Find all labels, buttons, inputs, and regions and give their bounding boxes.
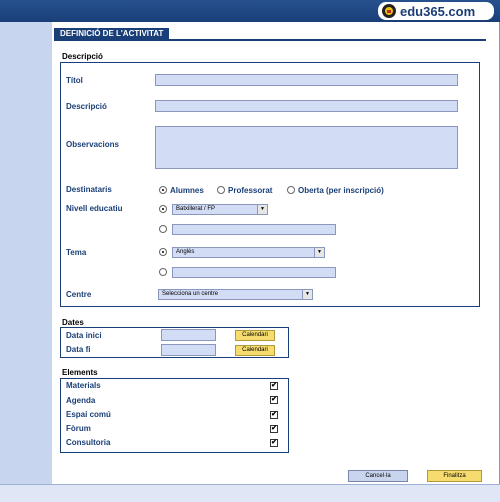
element-agenda-checkbox[interactable]: ✔ [270,396,278,404]
data-inici-input[interactable] [161,329,216,341]
nivell-educatiu-value: Batxillerat / FP [176,206,216,212]
observacions-label: Observacions [66,140,119,149]
radio-oberta-label: Oberta (per inscripció) [298,186,384,195]
radio-nivell-other[interactable] [159,225,167,233]
tema-label: Tema [66,248,87,257]
centre-select[interactable]: Selecciona un centre ▼ [158,289,313,300]
titol-label: Títol [66,76,83,85]
element-consultoria-label: Consultoria [66,438,111,447]
globe-logo-icon [382,4,396,18]
descripcio-label: Descripció [66,102,107,111]
radio-professorat[interactable] [217,186,225,194]
element-espai-comu-checkbox[interactable]: ✔ [270,411,278,419]
descripcio-section-title: Descripció [62,52,103,61]
chevron-down-icon: ▼ [257,205,267,214]
chevron-down-icon: ▼ [302,290,312,299]
tema-other-input[interactable] [172,267,336,278]
cancel-button[interactable]: Cancel·la [348,470,408,482]
radio-tema-other[interactable] [159,268,167,276]
dates-section-title: Dates [62,318,84,327]
centre-label: Centre [66,290,92,299]
element-forum-checkbox[interactable]: ✔ [270,425,278,433]
tema-select[interactable]: Anglès ▼ [172,247,325,258]
radio-alumnes[interactable] [159,186,167,194]
radio-nivell-select[interactable] [159,205,167,213]
radio-tema-select[interactable] [159,248,167,256]
tema-value: Anglès [176,249,195,255]
titol-input[interactable] [155,74,458,86]
nivell-educatiu-select[interactable]: Batxillerat / FP ▼ [172,204,268,215]
elements-section-title: Elements [62,368,98,377]
top-banner: edu365.com [0,0,500,22]
radio-alumnes-label: Alumnes [170,186,204,195]
bottom-bar [0,484,500,502]
element-consultoria-checkbox[interactable]: ✔ [270,439,278,447]
element-materials-label: Materials [66,381,101,390]
radio-professorat-label: Professorat [228,186,273,195]
data-inici-label: Data inici [66,331,102,340]
calendar-button-inici[interactable]: Calendari [235,330,275,341]
finish-button[interactable]: Finalitza [427,470,482,482]
nivell-educatiu-other-input[interactable] [172,224,336,235]
radio-oberta[interactable] [287,186,295,194]
element-espai-comu-label: Espai comú [66,410,111,419]
data-fi-label: Data fi [66,345,91,354]
element-forum-label: Fòrum [66,424,91,433]
left-margin-panel [0,22,52,484]
element-agenda-label: Agenda [66,396,96,405]
edu365-logo[interactable]: edu365.com [378,2,494,20]
data-fi-input[interactable] [161,344,216,356]
element-materials-checkbox[interactable]: ✔ [270,382,278,390]
centre-value: Selecciona un centre [162,291,219,297]
destinataris-label: Destinataris [66,185,112,194]
calendar-button-fi[interactable]: Calendari [235,345,275,356]
nivell-educatiu-label: Nivell educatiu [66,204,123,213]
chevron-down-icon: ▼ [314,248,324,257]
tab-underline [54,39,486,41]
descripcio-input[interactable] [155,100,458,112]
observacions-textarea[interactable] [155,126,458,169]
logo-text: edu365.com [400,3,476,19]
